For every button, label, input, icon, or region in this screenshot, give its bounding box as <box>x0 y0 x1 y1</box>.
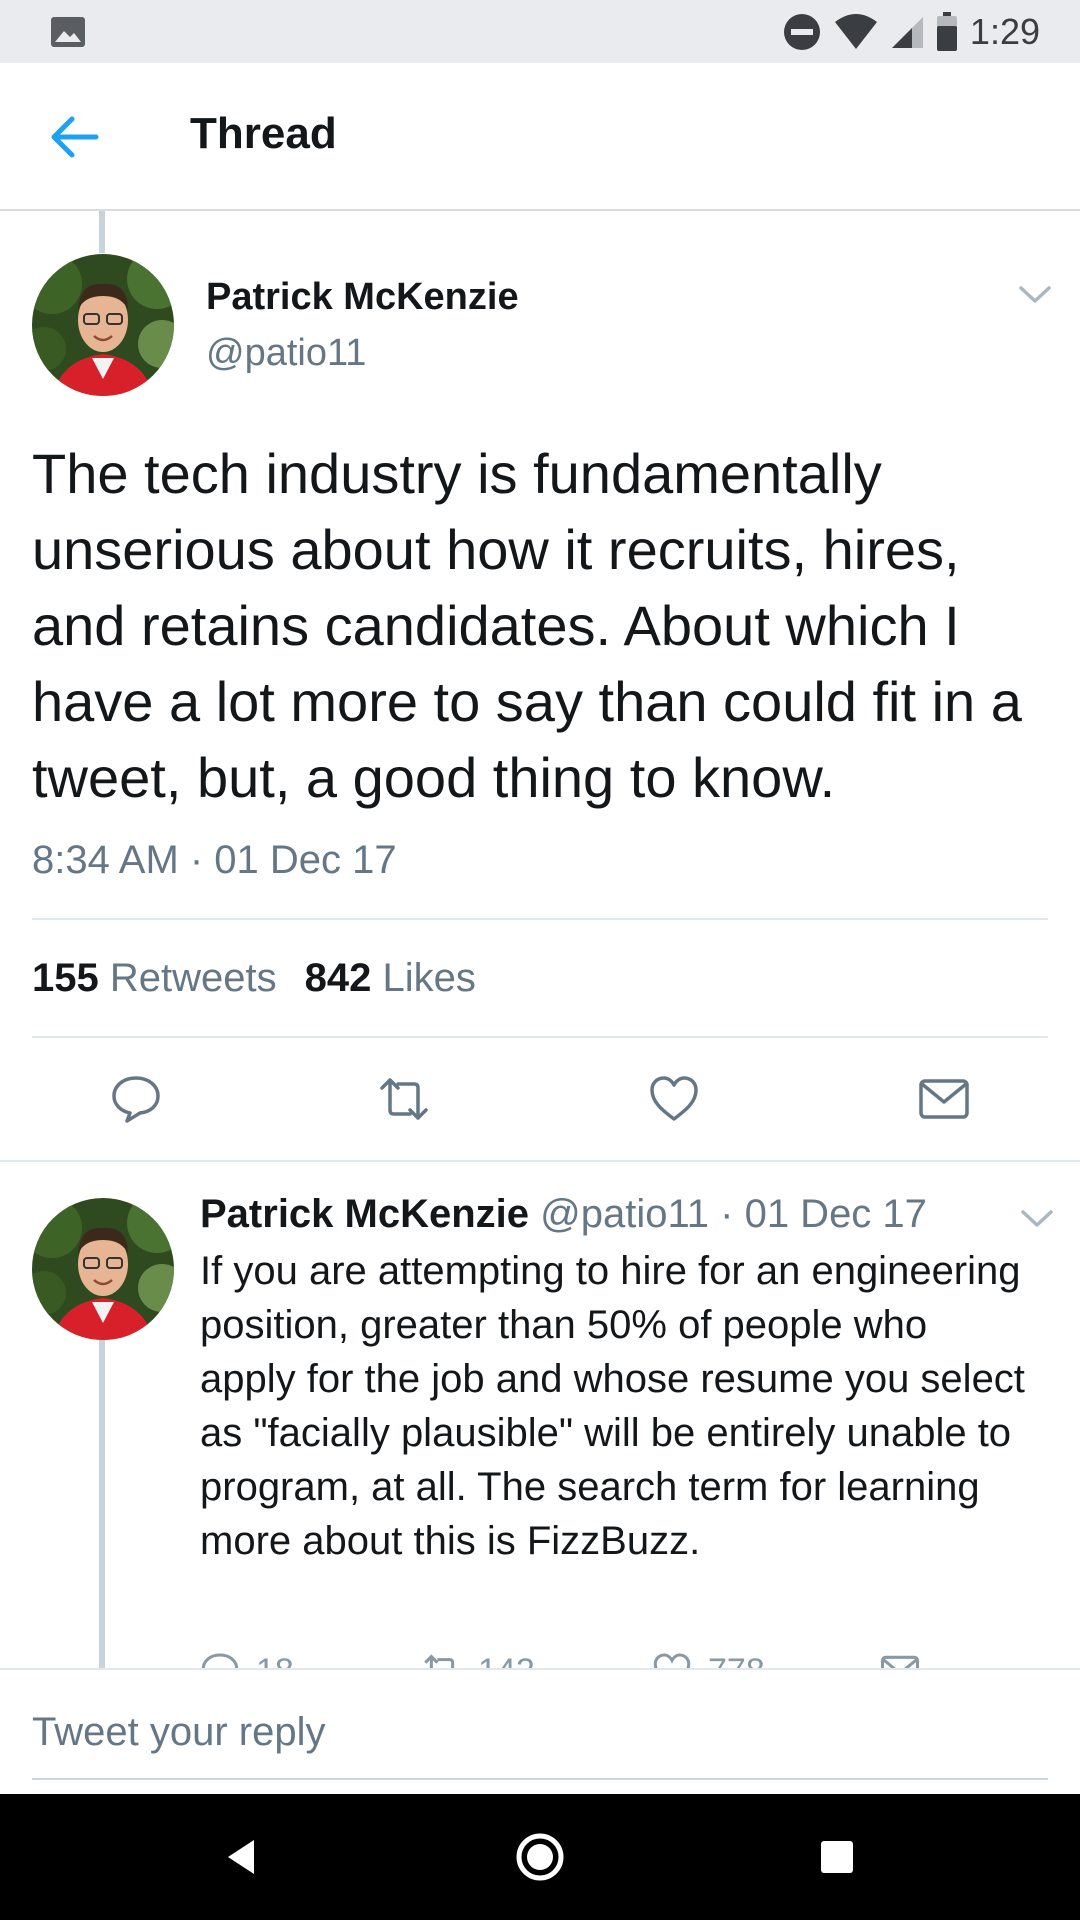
wifi-icon <box>834 14 877 49</box>
status-time: 1:29 <box>969 11 1040 52</box>
battery-icon <box>936 12 957 51</box>
reply-meta: @patio11 · 01 Dec 17 <box>540 1192 927 1236</box>
avatar[interactable] <box>32 254 174 396</box>
gallery-icon <box>51 17 85 47</box>
reply-composer: Tweet your reply <box>0 1668 1080 1794</box>
divider <box>32 1036 1048 1038</box>
retweets-label[interactable]: Retweets <box>110 956 277 1000</box>
tweet-text: The tech industry is fundamentally unser… <box>32 442 1022 809</box>
share-icon[interactable] <box>918 1074 970 1124</box>
tweet-timestamp: 8:34 AM · 01 Dec 17 <box>32 838 397 882</box>
tweet-stats: 155 Retweets 842 Likes <box>32 956 476 1001</box>
retweets-count[interactable]: 155 <box>32 956 99 1000</box>
nav-recents-icon[interactable] <box>810 1830 864 1884</box>
signal-icon <box>891 17 923 48</box>
app-header: Thread <box>0 63 1080 211</box>
likes-count[interactable]: 842 <box>305 956 372 1000</box>
status-icons: 1:29 <box>782 10 1040 54</box>
divider <box>32 918 1048 920</box>
status-bar: 1:29 <box>0 0 1080 63</box>
do-not-disturb-icon <box>783 14 820 50</box>
nav-home-icon[interactable] <box>513 1830 567 1884</box>
like-icon[interactable] <box>648 1074 700 1124</box>
chevron-down-icon[interactable] <box>1018 284 1052 306</box>
reply-author-name[interactable]: Patrick McKenzie <box>200 1192 529 1236</box>
thread-line <box>99 1340 105 1670</box>
avatar[interactable] <box>32 1198 174 1340</box>
thread-line <box>99 211 105 253</box>
reply-input[interactable]: Tweet your reply <box>32 1710 325 1755</box>
reply-text: If you are attempting to hire for an eng… <box>200 1249 1025 1563</box>
page-title: Thread <box>190 109 337 158</box>
back-arrow-icon[interactable] <box>46 111 102 163</box>
divider <box>0 1160 1080 1162</box>
author-name[interactable]: Patrick McKenzie <box>206 276 519 319</box>
nav-back-icon[interactable] <box>214 1830 268 1884</box>
author-handle[interactable]: @patio11 <box>206 332 366 375</box>
reply-header: Patrick McKenzie @patio11 · 01 Dec 17 <box>200 1192 927 1237</box>
chevron-down-icon[interactable] <box>1020 1208 1054 1230</box>
retweet-icon[interactable] <box>378 1074 430 1124</box>
navigation-bar <box>0 1794 1080 1920</box>
input-underline <box>32 1778 1048 1780</box>
reply-icon[interactable] <box>110 1074 162 1124</box>
reply-actions: 18 142 778 <box>200 1650 980 1670</box>
likes-label[interactable]: Likes <box>383 956 476 1000</box>
